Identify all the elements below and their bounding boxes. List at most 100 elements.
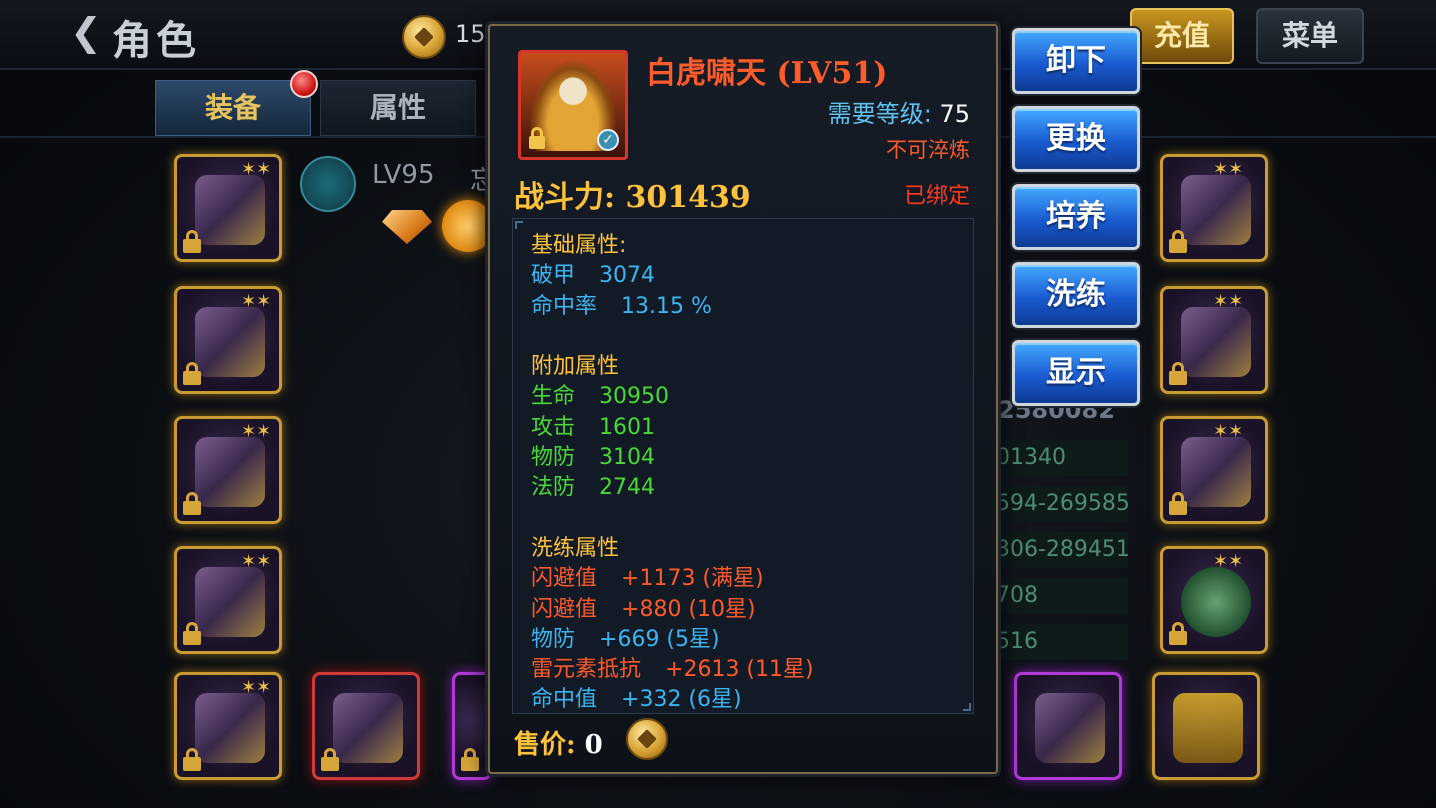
- lock-icon: [183, 362, 201, 385]
- attribute-row: 生命 30950: [531, 382, 814, 412]
- attribute-name: 生命: [531, 384, 576, 410]
- recharge-button[interactable]: 充值: [1130, 8, 1234, 64]
- equip-slot-weapon[interactable]: [312, 672, 420, 780]
- refine-button[interactable]: 洗练: [1012, 262, 1140, 328]
- attributes-list: 基础属性: 破甲 3074 命中率 13.15 % 附加属性 生命 30950 攻击 1…: [531, 231, 814, 713]
- attribute-name: 闪避值: [531, 596, 598, 622]
- helmet-icon: [195, 175, 265, 245]
- stat-row: 306-289451: [996, 532, 1128, 568]
- attribute-name: 雷元素抵抗: [531, 657, 642, 683]
- bound-status: 已绑定: [903, 184, 970, 209]
- wings-icon: [1035, 693, 1105, 763]
- attribute-value: +332 (6星): [621, 687, 742, 713]
- equip-slot-pants[interactable]: ✶✶: [174, 416, 282, 524]
- attribute-value: 3104: [599, 445, 656, 471]
- star-icon: ✶✶: [241, 421, 272, 442]
- attribute-value: 1601: [599, 414, 656, 440]
- menu-button[interactable]: 菜单: [1256, 8, 1364, 64]
- tab-equipment[interactable]: 装备: [155, 80, 311, 136]
- checkmark-icon: ✓: [597, 129, 619, 151]
- armor-icon: [195, 693, 265, 763]
- lock-icon: [321, 748, 339, 771]
- pants-icon: [195, 437, 265, 507]
- stat-row: 01340: [996, 440, 1128, 476]
- equip-slot-wings[interactable]: [1014, 672, 1122, 780]
- attribute-value: 3074: [599, 263, 656, 289]
- sell-price-label: 售价:: [514, 730, 576, 760]
- lock-icon: [183, 622, 201, 645]
- combat-power-value: 301439: [625, 180, 751, 215]
- sun-icon: [442, 200, 494, 252]
- lock-icon: [1169, 362, 1187, 385]
- attribute-value: +880 (10星): [621, 596, 756, 622]
- attribute-row: 物防 3104: [531, 443, 814, 473]
- corner-ornament: [515, 221, 523, 229]
- coin-icon: [626, 718, 668, 760]
- attribute-name: 破甲: [531, 263, 576, 289]
- lock-icon: [1169, 622, 1187, 645]
- attribute-row: 物防 +669 (5星): [531, 625, 814, 655]
- equip-slot-helmet[interactable]: ✶✶: [174, 154, 282, 262]
- equip-slot-belt[interactable]: ✶✶: [174, 286, 282, 394]
- equip-slot-ring-2[interactable]: ✶✶: [1160, 416, 1268, 524]
- star-icon: ✶✶: [241, 159, 272, 180]
- refine-attributes-header: 洗练属性: [531, 535, 620, 561]
- equip-slot-amulet[interactable]: ✶✶: [1160, 546, 1268, 654]
- lock-icon: [1169, 492, 1187, 515]
- stat-row: 516: [996, 624, 1128, 660]
- attribute-name: 法防: [531, 475, 576, 501]
- attribute-name: 攻击: [531, 414, 576, 440]
- lock-icon: [529, 127, 545, 149]
- attribute-value: 13.15 %: [621, 293, 712, 319]
- stat-row: 708: [996, 578, 1128, 614]
- page-title: 角色: [112, 17, 200, 64]
- robe-icon: [1173, 693, 1243, 763]
- replace-button[interactable]: 更换: [1012, 106, 1140, 172]
- item-detail-popup: ✓ 白虎啸天 (LV51) 需要等级: 75 不可淬炼 战斗力: 301439 …: [488, 24, 998, 774]
- attribute-name: 闪避值: [531, 566, 598, 592]
- sell-price-value: 0: [584, 730, 603, 760]
- yinyang-amulet-icon: [1181, 567, 1251, 637]
- equip-slot-boots[interactable]: ✶✶: [174, 546, 282, 654]
- star-icon: ✶✶: [241, 291, 272, 312]
- cultivate-button[interactable]: 培养: [1012, 184, 1140, 250]
- unequip-button[interactable]: 卸下: [1012, 28, 1140, 94]
- lock-icon: [461, 748, 479, 771]
- required-level: 需要等级: 75: [828, 94, 970, 129]
- attribute-row: 雷元素抵抗 +2613 (11星): [531, 655, 814, 685]
- star-icon: ✶✶: [1213, 551, 1244, 572]
- equip-slot-ring-1[interactable]: ✶✶: [1160, 286, 1268, 394]
- attributes-panel[interactable]: 基础属性: 破甲 3074 命中率 13.15 % 附加属性 生命 30950 攻击 1…: [512, 218, 974, 714]
- lock-icon: [183, 492, 201, 515]
- attribute-value: +1173 (满星): [621, 566, 764, 592]
- attribute-value: 2744: [599, 475, 656, 501]
- tab-attributes[interactable]: 属性: [320, 80, 476, 136]
- attribute-row: 闪避值 +1173 (满星): [531, 564, 814, 594]
- item-icon-frame: ✓: [518, 50, 628, 160]
- extra-attributes-header: 附加属性: [531, 354, 620, 380]
- star-icon: ✶✶: [241, 677, 272, 698]
- stat-row: 594-269585: [996, 486, 1128, 522]
- equip-slot-partial[interactable]: [452, 672, 492, 780]
- attribute-row: 法防 2744: [531, 473, 814, 503]
- attribute-row: 命中值 +332 (6星): [531, 685, 814, 713]
- coin-icon: [402, 15, 446, 59]
- equip-slot-fashion[interactable]: [1152, 672, 1260, 780]
- attribute-value: 30950: [599, 384, 670, 410]
- attribute-name: 物防: [531, 626, 576, 652]
- weapon-icon: [333, 693, 403, 763]
- equip-slot-necklace[interactable]: ✶✶: [1160, 154, 1268, 262]
- back-arrow-icon[interactable]: ❮: [70, 12, 102, 52]
- equip-slot-armor[interactable]: ✶✶: [174, 672, 282, 780]
- lock-icon: [183, 748, 201, 771]
- combat-power: 战斗力: 301439: [514, 172, 751, 216]
- character-level: LV95: [372, 160, 435, 190]
- display-button[interactable]: 显示: [1012, 340, 1140, 406]
- star-icon: ✶✶: [1213, 159, 1244, 180]
- ring-icon: [1181, 437, 1251, 507]
- necklace-icon: [1181, 175, 1251, 245]
- corner-ornament: [963, 703, 971, 711]
- attribute-row: 闪避值 +880 (10星): [531, 595, 814, 625]
- notification-dot-icon: [290, 70, 318, 98]
- required-level-label: 需要等级:: [827, 100, 932, 128]
